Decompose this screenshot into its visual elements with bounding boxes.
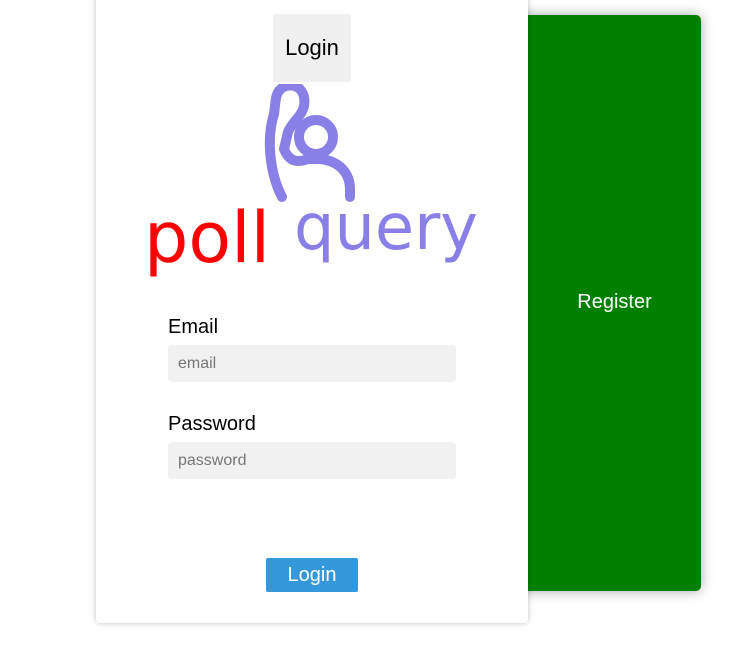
email-input[interactable] bbox=[168, 345, 456, 382]
login-tab[interactable]: Login bbox=[273, 14, 351, 82]
logo-word-poll: poll bbox=[144, 197, 270, 279]
register-panel[interactable]: Register bbox=[500, 15, 701, 591]
raised-hand-person-icon bbox=[264, 84, 355, 202]
register-label: Register bbox=[577, 291, 652, 313]
logo-word-query: query bbox=[294, 191, 478, 265]
login-button[interactable]: Login bbox=[266, 558, 358, 592]
email-label: Email bbox=[168, 316, 219, 338]
password-label: Password bbox=[168, 413, 256, 435]
page: Register Login poll query Email Password… bbox=[0, 0, 740, 647]
login-card: Login poll query Email Password Login bbox=[96, 0, 528, 623]
pollquery-logo: poll query bbox=[144, 84, 478, 279]
password-input[interactable] bbox=[168, 442, 456, 479]
